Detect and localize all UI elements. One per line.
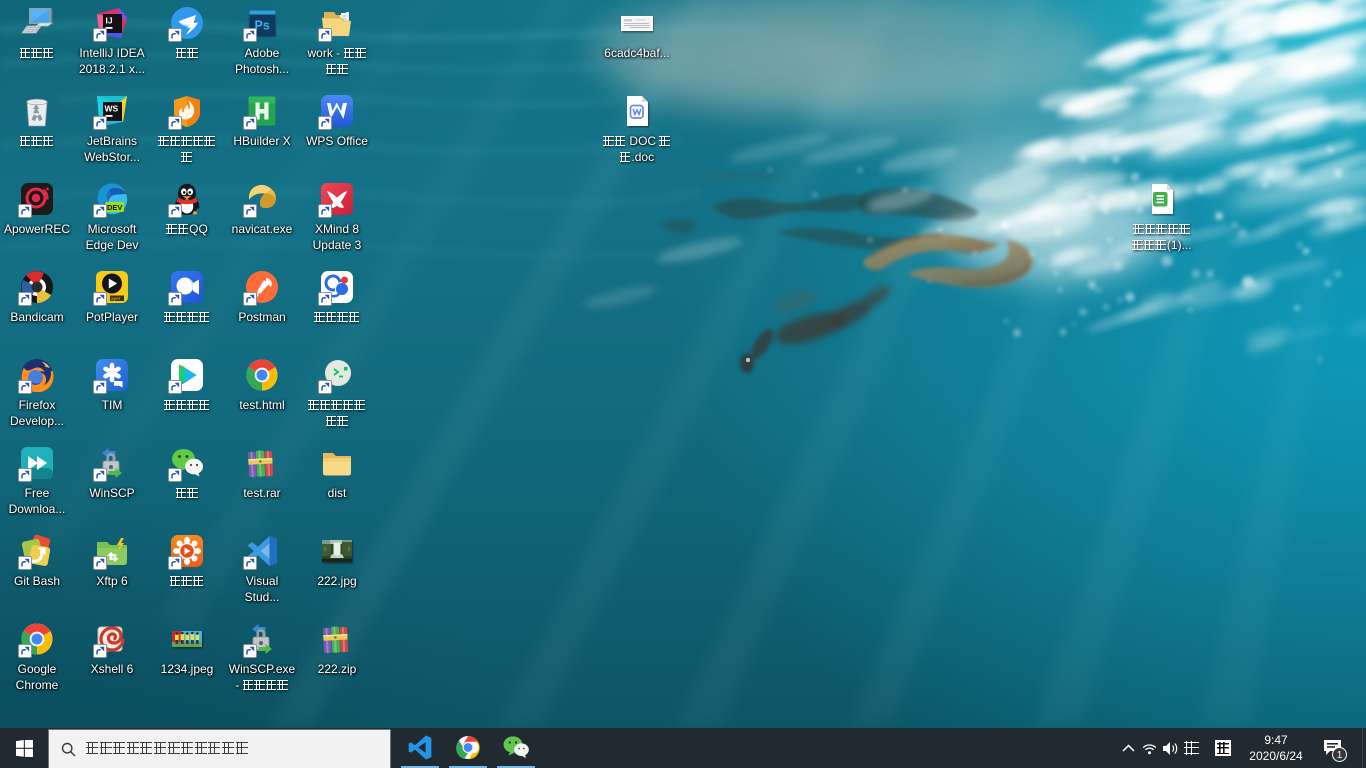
svg-text:IJ: IJ xyxy=(106,16,113,26)
svg-text:WS: WS xyxy=(105,104,119,114)
svg-text:DEV: DEV xyxy=(107,203,122,212)
svg-text:ayer: ayer xyxy=(111,296,121,302)
